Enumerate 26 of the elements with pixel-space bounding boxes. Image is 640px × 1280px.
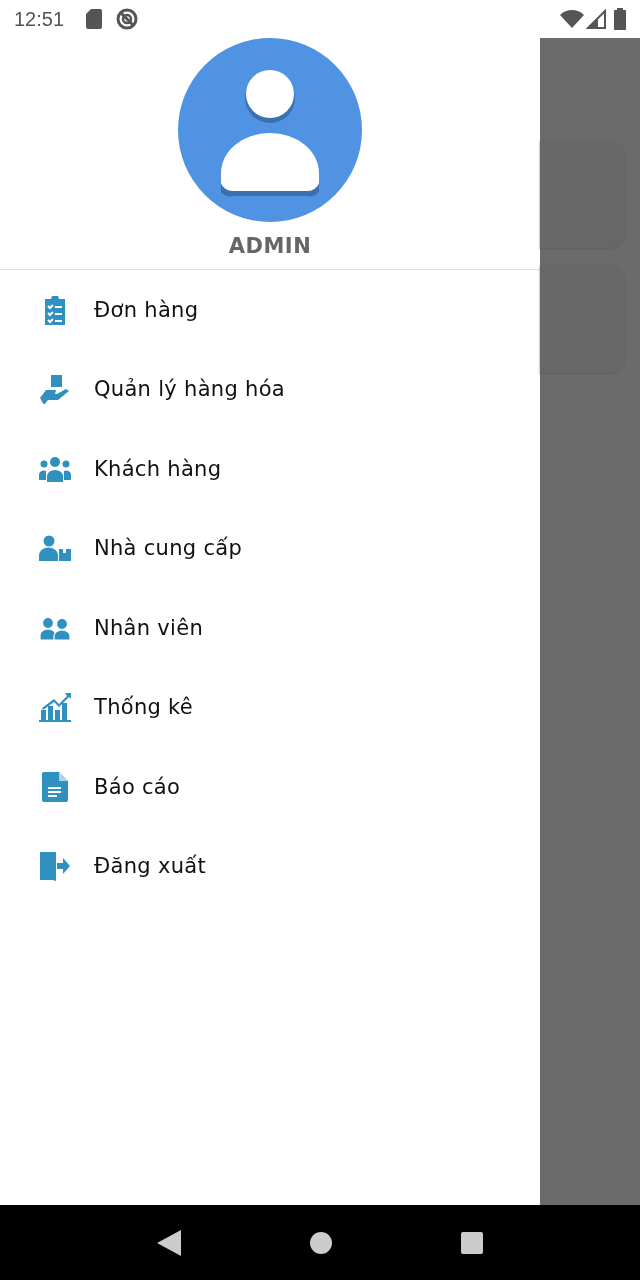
menu-item[interactable]: Quản lý hàng hóa	[0, 349, 540, 429]
user-name: ADMIN	[228, 234, 312, 258]
bar-chart-icon	[39, 692, 71, 723]
hand-box-icon	[39, 374, 71, 405]
back-icon[interactable]	[156, 1229, 181, 1256]
clipboard-icon	[44, 294, 66, 325]
menu-item[interactable]: Đăng xuất	[0, 826, 540, 906]
two-people-icon	[39, 615, 71, 640]
sd-card-icon	[86, 9, 103, 29]
person-box-icon	[39, 535, 71, 562]
wifi-icon	[560, 10, 584, 28]
blocked-circle-icon	[116, 8, 139, 30]
battery-icon	[614, 8, 626, 30]
exit-door-icon	[40, 851, 70, 882]
menu-item[interactable]: Nhân viên	[0, 588, 540, 668]
menu-item[interactable]: Đơn hàng	[0, 270, 540, 350]
status-time: 12:51	[14, 7, 65, 31]
recents-icon[interactable]	[461, 1231, 484, 1254]
group-icon	[39, 455, 71, 482]
menu-item[interactable]: Nhà cung cấp	[0, 508, 540, 588]
signal-icon	[586, 9, 606, 29]
menu-item[interactable]: Khách hàng	[0, 429, 540, 509]
menu-item[interactable]: Báo cáo	[0, 747, 540, 827]
home-icon[interactable]	[310, 1231, 332, 1254]
document-icon	[42, 771, 68, 802]
menu-item[interactable]: Thống kê	[0, 667, 540, 747]
